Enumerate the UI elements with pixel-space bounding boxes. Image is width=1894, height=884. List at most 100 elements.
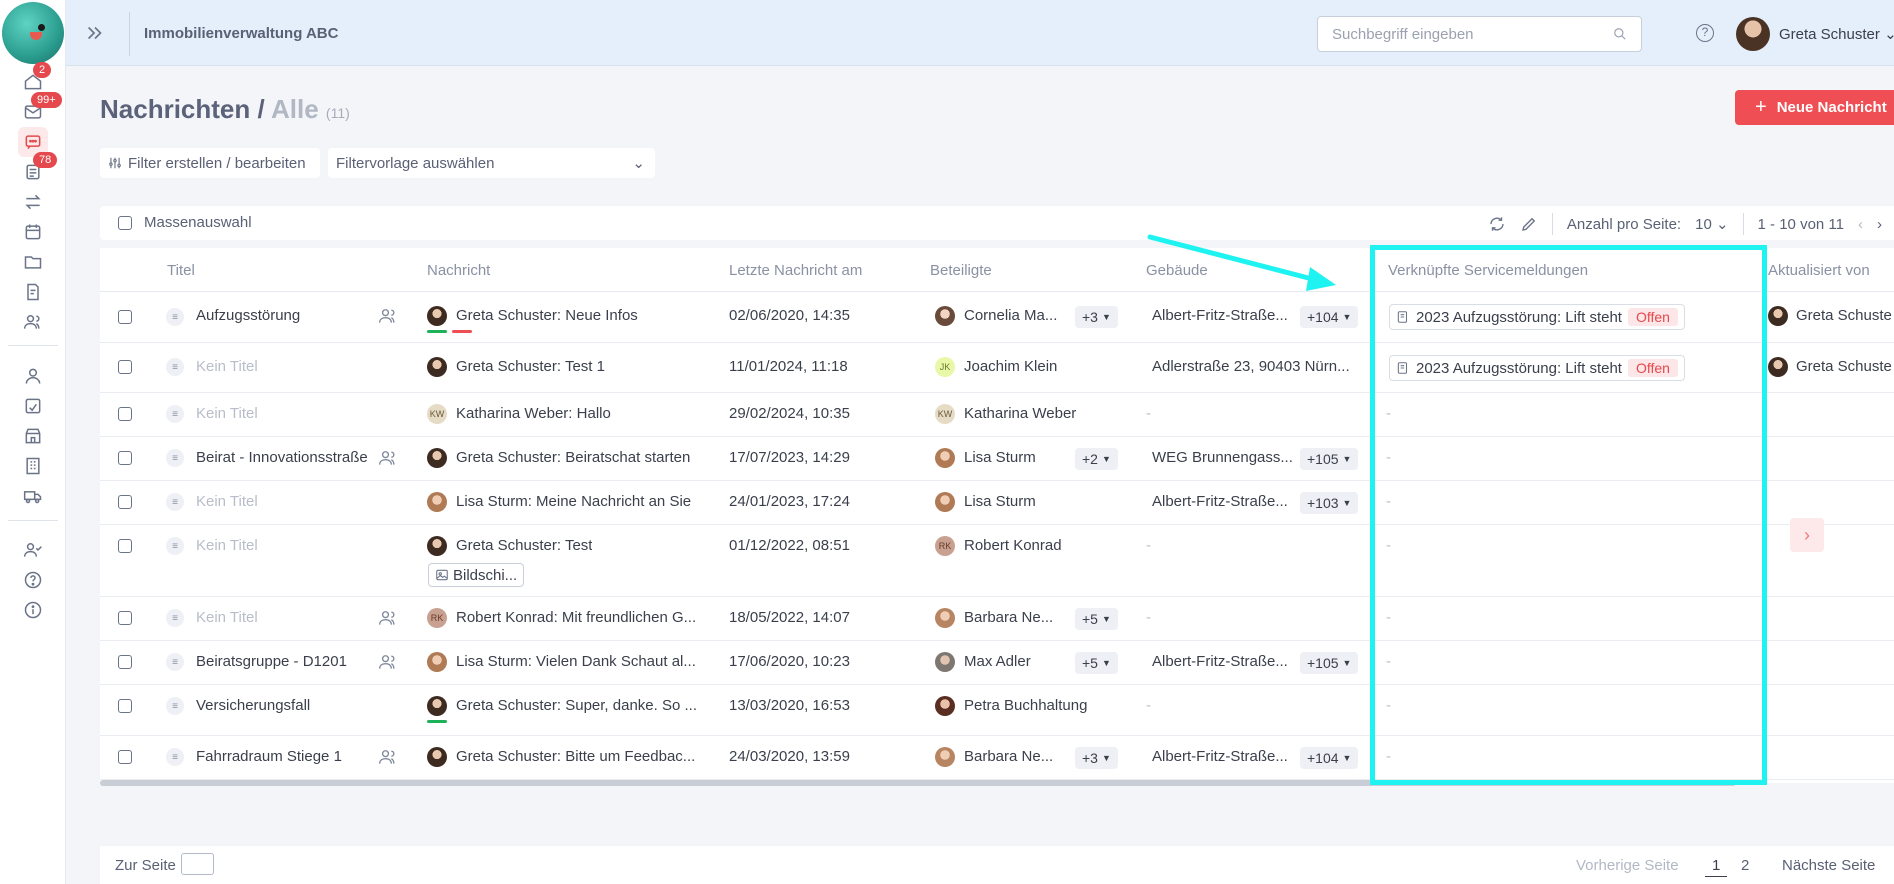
invoice-icon[interactable]: [21, 280, 45, 304]
annotation-arrow: [1147, 234, 1336, 291]
app-logo[interactable]: [2, 2, 64, 64]
mass-select-checkbox[interactable]: [118, 216, 132, 230]
chevron-right-icon[interactable]: ›: [1877, 216, 1882, 233]
buildings-more[interactable]: +104 ▼: [1300, 306, 1359, 328]
refresh-icon[interactable]: [1488, 215, 1506, 233]
help-button[interactable]: ?: [1696, 24, 1714, 42]
buildings-count: +105: [1307, 451, 1339, 467]
tasks-badge: 78: [33, 152, 58, 168]
row-checkbox[interactable]: [118, 451, 132, 465]
row-checkbox[interactable]: [118, 539, 132, 553]
participants-more[interactable]: +3 ▼: [1075, 306, 1118, 328]
search-input[interactable]: Suchbegriff eingeben: [1317, 16, 1642, 52]
folder-icon[interactable]: [21, 250, 45, 274]
user-name: Greta Schuster: [1779, 26, 1880, 43]
edit-icon[interactable]: [1520, 215, 1538, 233]
transfer-icon[interactable]: [21, 190, 45, 214]
buildings-more[interactable]: +105 ▼: [1300, 448, 1359, 470]
row-checkbox[interactable]: [118, 407, 132, 421]
image-icon: [436, 569, 448, 581]
contacts-icon[interactable]: [21, 310, 45, 334]
building-empty: -: [1146, 405, 1151, 422]
column-participants[interactable]: Beteiligte: [930, 262, 992, 279]
row-checkbox[interactable]: [118, 495, 132, 509]
truck-icon[interactable]: [21, 484, 45, 508]
page-title-separator: /: [250, 94, 271, 124]
buildings-more[interactable]: +105 ▼: [1300, 652, 1359, 674]
row-checkbox[interactable]: [118, 750, 132, 764]
message-text: Hallo: [576, 405, 611, 422]
user-menu[interactable]: Greta Schuster ⌄: [1779, 25, 1894, 43]
chat-icon: ≡: [166, 697, 184, 715]
buildings-more[interactable]: +103 ▼: [1300, 492, 1359, 514]
participants-count: +2: [1082, 451, 1098, 467]
store-icon[interactable]: [21, 424, 45, 448]
page-range: 1 - 10 von 11: [1757, 215, 1844, 233]
column-updated-by[interactable]: Aktualisiert von: [1768, 262, 1870, 279]
avatar: [935, 492, 955, 512]
expand-sidebar-icon[interactable]: [84, 22, 106, 48]
last-message-date: 17/07/2023, 14:29: [729, 449, 850, 466]
person-icon[interactable]: [21, 364, 45, 388]
row-checkbox[interactable]: [118, 699, 132, 713]
participants-count: +3: [1082, 309, 1098, 325]
pagination-footer: Zur Seite Vorherige Seite 1 2 Nächste Se…: [100, 846, 1894, 884]
last-message-date: 02/06/2020, 14:35: [729, 307, 850, 324]
sender-name: Greta Schuster: [456, 358, 557, 375]
sender-name: Greta Schuster: [456, 307, 557, 324]
page-1-button[interactable]: 1: [1705, 857, 1728, 877]
mass-select-label: Massenauswahl: [144, 214, 252, 231]
chat-icon: ≡: [166, 493, 184, 511]
buildings-more[interactable]: +104 ▼: [1300, 747, 1359, 769]
filter-edit-button[interactable]: Filter erstellen / bearbeiten: [100, 148, 320, 178]
row-checkbox[interactable]: [118, 611, 132, 625]
last-message-date: 24/01/2023, 17:24: [729, 493, 850, 510]
home-icon[interactable]: 2: [21, 62, 52, 94]
calendar-icon[interactable]: [21, 220, 45, 244]
new-message-button[interactable]: + Neue Nachricht: [1735, 90, 1894, 125]
avatar: [1768, 306, 1788, 326]
row-checkbox[interactable]: [118, 655, 132, 669]
filter-template-select[interactable]: Filtervorlage auswählen ⌄: [328, 148, 655, 178]
help-icon[interactable]: [21, 568, 45, 592]
page-2-button[interactable]: 2: [1741, 857, 1749, 874]
participants-more[interactable]: +3 ▼: [1075, 747, 1118, 769]
participants-more[interactable]: +5 ▼: [1075, 608, 1118, 630]
per-page-select[interactable]: 10 ⌄: [1695, 215, 1728, 233]
row-title: Kein Titel: [196, 405, 258, 422]
checklist-icon[interactable]: [21, 394, 45, 418]
row-checkbox[interactable]: [118, 310, 132, 324]
filter-sliders-icon: [109, 157, 121, 169]
next-page-button[interactable]: Nächste Seite: [1782, 857, 1875, 874]
column-title[interactable]: Titel: [167, 262, 195, 279]
chevron-left-icon[interactable]: ‹: [1858, 216, 1863, 233]
column-message[interactable]: Nachricht: [427, 262, 490, 279]
prev-page-button[interactable]: Vorherige Seite: [1576, 857, 1679, 874]
column-last-message[interactable]: Letzte Nachricht am: [729, 262, 862, 279]
avatar: [427, 306, 447, 326]
highlight-box: [1370, 245, 1767, 785]
avatar: [935, 608, 955, 628]
row-title: Fahrradraum Stiege 1: [196, 748, 342, 765]
user-check-icon[interactable]: [21, 538, 45, 562]
plus-icon: +: [1755, 96, 1767, 118]
participants-more[interactable]: +5 ▼: [1075, 652, 1118, 674]
participants-more[interactable]: +2 ▼: [1075, 448, 1118, 470]
row-checkbox[interactable]: [118, 360, 132, 374]
topbar-divider: [129, 12, 130, 56]
info-icon[interactable]: [21, 598, 45, 622]
unread-indicator: [452, 330, 472, 333]
goto-page-input[interactable]: [181, 853, 214, 875]
avatar: [427, 448, 447, 468]
message-text: Bitte um Feedbac...: [565, 748, 696, 765]
mail-icon[interactable]: 99+: [21, 92, 62, 124]
attachment-chip[interactable]: Bildschi...: [428, 563, 525, 587]
message-sender: Katharina Weber: Hallo: [456, 405, 611, 422]
user-avatar[interactable]: [1736, 17, 1770, 51]
scroll-right-button[interactable]: ›: [1790, 518, 1824, 552]
group-icon: [378, 652, 398, 676]
building-icon[interactable]: [21, 454, 45, 478]
tasks-icon[interactable]: 78: [21, 152, 58, 184]
avatar: [935, 696, 955, 716]
chat-icon: ≡: [166, 653, 184, 671]
